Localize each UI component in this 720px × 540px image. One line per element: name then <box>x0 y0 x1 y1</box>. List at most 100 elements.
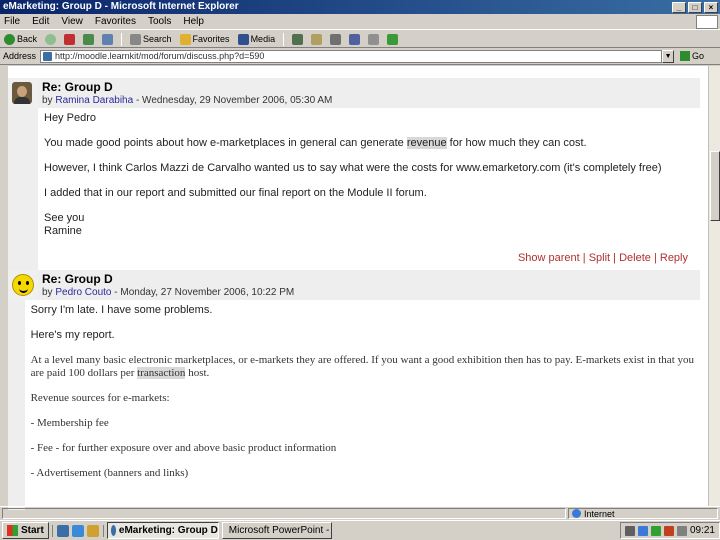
message-line: I added that in our report and submitted… <box>44 187 427 199</box>
minimize-button[interactable]: _ <box>672 1 686 13</box>
address-input[interactable]: http://moodle.learnkit/mod/forum/discuss… <box>40 49 663 63</box>
author-link[interactable]: Ramina Darabiha <box>55 95 133 106</box>
post-header-text: Re: Group D by Pedro Couto - Monday, 27 … <box>38 270 700 300</box>
taskbar: Start eMarketing: Group D Microsoft Powe… <box>0 520 720 540</box>
zone-label: Internet <box>584 508 615 519</box>
window-title-bar[interactable]: eMarketing: Group D - Microsoft Internet… <box>0 0 720 14</box>
report-text: At a level many basic electronic marketp… <box>31 354 694 480</box>
menu-edit[interactable]: Edit <box>32 16 49 27</box>
menu-tools[interactable]: Tools <box>148 16 171 27</box>
message-line: Hey Pedro <box>44 112 96 124</box>
window-title: eMarketing: Group D - Microsoft Internet… <box>3 1 239 12</box>
address-dropdown-button[interactable]: ▼ <box>662 49 675 63</box>
globe-icon <box>572 509 581 518</box>
message-line: However, I think Carlos Mazzi de Carvalh… <box>44 162 662 174</box>
tray-icon[interactable] <box>637 525 648 536</box>
highlighted-word: revenue <box>406 137 447 149</box>
byline-by: by <box>42 95 53 106</box>
home-button[interactable] <box>102 33 114 45</box>
task-label: eMarketing: Group D <box>118 525 218 536</box>
media-icon <box>237 33 249 45</box>
refresh-button[interactable] <box>83 33 95 45</box>
tray-icon[interactable] <box>650 525 661 536</box>
show-desktop-icon[interactable] <box>56 524 69 537</box>
avatar-cell <box>8 270 38 300</box>
menu-favorites[interactable]: Favorites <box>95 16 136 27</box>
edit-button[interactable] <box>349 33 361 45</box>
post-date: - Monday, 27 November 2006, 10:22 PM <box>114 287 295 298</box>
tray-icon[interactable] <box>663 525 674 536</box>
mail-icon <box>311 33 323 45</box>
start-label: Start <box>21 525 44 536</box>
message-line: You made good points about how e-marketp… <box>44 137 694 150</box>
tray-icon[interactable] <box>624 525 635 536</box>
taskbar-task-ie[interactable]: eMarketing: Group D <box>106 522 219 539</box>
messenger-button[interactable] <box>387 33 399 45</box>
message-line: Here's my report. <box>30 329 115 341</box>
close-button[interactable]: × <box>704 1 718 13</box>
ie-quicklaunch-icon[interactable] <box>71 524 84 537</box>
forward-button[interactable] <box>45 33 57 45</box>
post-subject: Re: Group D <box>42 272 113 286</box>
user-photo-icon[interactable] <box>12 82 32 104</box>
media-button[interactable]: Media <box>237 33 275 45</box>
search-icon <box>130 33 142 45</box>
discuss-button[interactable] <box>368 33 380 45</box>
message-text: host. <box>185 367 210 379</box>
forum-post: Re: Group D by Ramina Darabiha - Wednesd… <box>8 78 700 283</box>
print-button[interactable] <box>330 33 342 45</box>
status-text-pane <box>2 508 566 519</box>
post-message: Hey Pedro You made good points about how… <box>38 108 700 283</box>
show-parent-link[interactable]: Show parent <box>518 252 580 264</box>
delete-link[interactable]: Delete <box>619 252 651 264</box>
post-header: Re: Group D by Ramina Darabiha - Wednesd… <box>8 78 700 108</box>
post-subject: Re: Group D <box>42 80 113 94</box>
go-arrow-icon <box>680 51 691 61</box>
address-label: Address <box>3 51 37 61</box>
favorites-label: Favorites <box>192 34 230 44</box>
taskbar-task-powerpoint[interactable]: Microsoft PowerPoint - [Ak... <box>221 522 332 539</box>
history-icon <box>292 33 304 45</box>
menu-bar: File Edit View Favorites Tools Help <box>0 14 720 30</box>
smiley-icon[interactable] <box>12 274 34 296</box>
menu-help[interactable]: Help <box>183 16 204 27</box>
post-message: Sorry I'm late. I have some problems. He… <box>25 300 700 510</box>
byline-by: by <box>42 287 53 298</box>
post-date: - Wednesday, 29 November 2006, 05:30 AM <box>135 95 333 106</box>
vertical-scrollbar[interactable] <box>708 66 720 506</box>
back-button[interactable]: Back <box>4 33 37 45</box>
security-zone: Internet <box>568 508 718 519</box>
address-bar: Address http://moodle.learnkit/mod/forum… <box>0 48 720 65</box>
home-icon <box>102 33 114 45</box>
split-link[interactable]: Split <box>589 252 610 264</box>
stop-button[interactable] <box>64 33 76 45</box>
author-link[interactable]: Pedro Couto <box>55 287 111 298</box>
message-line: are paid 100 dollars per transaction hos… <box>31 367 694 380</box>
scrollbar-thumb[interactable] <box>710 151 720 221</box>
reply-link[interactable]: Reply <box>660 252 688 264</box>
messenger-icon <box>387 33 399 45</box>
start-button[interactable]: Start <box>2 522 49 539</box>
forum-post: Re: Group D by Pedro Couto - Monday, 27 … <box>8 270 700 510</box>
windows-logo-icon <box>696 14 718 29</box>
toolbar-separator <box>121 32 123 46</box>
favorites-button[interactable]: Favorites <box>179 33 230 45</box>
menu-file[interactable]: File <box>4 16 20 27</box>
history-button[interactable] <box>292 33 304 45</box>
forward-arrow-icon <box>45 33 57 45</box>
task-label: Microsoft PowerPoint - [Ak... <box>228 525 331 536</box>
search-button[interactable]: Search <box>130 33 172 45</box>
stop-icon <box>64 33 76 45</box>
outlook-quicklaunch-icon[interactable] <box>86 524 99 537</box>
go-button[interactable]: Go <box>680 51 704 61</box>
volume-icon[interactable] <box>676 525 687 536</box>
search-label: Search <box>143 34 172 44</box>
message-text: for how much they can cost. <box>446 137 587 149</box>
mail-button[interactable] <box>311 33 323 45</box>
menu-view[interactable]: View <box>61 16 83 27</box>
window-controls: _ □ × <box>672 1 720 13</box>
post-byline: by Ramina Darabiha - Wednesday, 29 Novem… <box>42 95 696 106</box>
post-actions: Show parent | Split | Delete | Reply <box>44 250 694 266</box>
clock[interactable]: 09:21 <box>690 525 715 536</box>
maximize-button[interactable]: □ <box>688 1 702 13</box>
